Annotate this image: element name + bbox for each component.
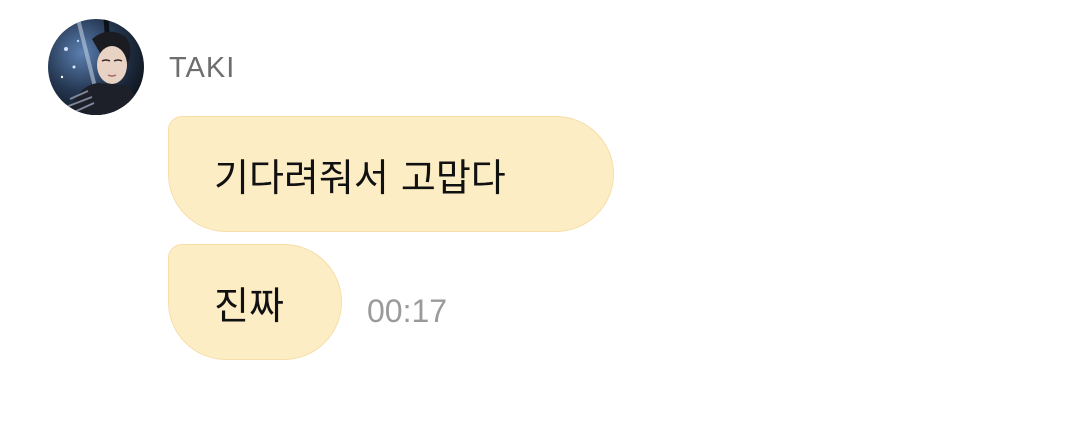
chat-thread: TAKI 기다려줘서 고맙다 진짜 00:17 [0, 0, 1088, 423]
message-bubble[interactable]: 기다려줘서 고맙다 [168, 116, 614, 232]
message-bubble[interactable]: 진짜 [168, 244, 342, 360]
message-timestamp: 00:17 [367, 293, 448, 329]
sender-name: TAKI [169, 52, 236, 84]
message-text: 진짜 [214, 283, 284, 328]
message-text: 기다려줘서 고맙다 [214, 155, 506, 200]
avatar[interactable] [48, 19, 144, 115]
profile-photo-icon [48, 19, 144, 115]
